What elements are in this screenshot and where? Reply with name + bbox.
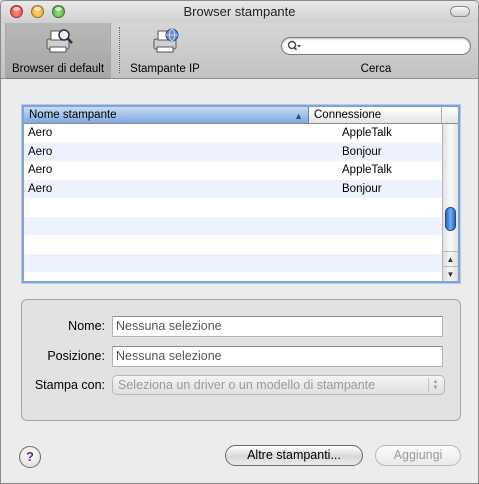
- scroll-down-icon[interactable]: ▼: [443, 266, 458, 281]
- search-field[interactable]: [281, 37, 471, 55]
- list-header: Nome stampante ▲ Connessione: [24, 107, 458, 124]
- search-icon: [287, 40, 301, 51]
- help-button[interactable]: ?: [19, 446, 41, 468]
- toolbar-separator: [119, 27, 120, 73]
- printer-connection: AppleTalk: [342, 164, 392, 176]
- column-label-connection: Connessione: [314, 109, 382, 121]
- empty-row: [24, 235, 442, 254]
- printer-connection: AppleTalk: [342, 127, 392, 139]
- printer-details-box: Nome: Nessuna selezione Posizione: Nessu…: [21, 299, 461, 421]
- printer-name: Aero: [28, 145, 53, 158]
- name-label: Nome:: [68, 319, 105, 333]
- toolbar-toggle-button[interactable]: [450, 6, 470, 17]
- printer-name: Aero: [28, 164, 53, 176]
- print-with-select[interactable]: Seleziona un driver o un modello di stam…: [112, 375, 445, 395]
- vertical-scrollbar[interactable]: ▲ ▼: [442, 124, 458, 281]
- chevron-updown-icon: ▲ ▼: [428, 378, 442, 392]
- printer-name: Aero: [28, 182, 53, 195]
- toolbar: Browser di default Stampante IP Cerca: [1, 23, 478, 79]
- printer-row[interactable]: Aero AppleTalk: [24, 124, 442, 143]
- window-title: Browser stampante: [183, 4, 296, 19]
- search-area: Cerca: [279, 23, 473, 79]
- print-with-label: Stampa con:: [34, 378, 105, 392]
- more-printers-button[interactable]: Altre stampanti...: [225, 445, 363, 466]
- printer-search-icon: [46, 29, 73, 53]
- default-browser-button[interactable]: Browser di default: [5, 23, 111, 79]
- print-with-value: Seleziona un driver o un modello di stam…: [118, 378, 376, 392]
- printer-list[interactable]: Nome stampante ▲ Connessione Aero AppleTa…: [22, 105, 460, 283]
- printer-browser-window: Browser stampante Browser di default Sta…: [0, 0, 479, 484]
- print-with-row: Stampa con: Seleziona un driver o un mod…: [22, 375, 460, 397]
- location-field[interactable]: Nessuna selezione: [112, 346, 443, 367]
- search-label: Cerca: [360, 63, 392, 75]
- empty-row: [24, 216, 442, 235]
- column-label-printer-name: Nome stampante: [29, 109, 117, 121]
- location-row: Posizione: Nessuna selezione: [22, 346, 460, 368]
- network-printer-icon: [153, 28, 179, 53]
- name-field[interactable]: Nessuna selezione: [112, 316, 443, 337]
- sort-ascending-icon: ▲: [294, 111, 303, 121]
- column-header-printer-name[interactable]: Nome stampante ▲: [24, 107, 309, 123]
- printer-connection: Bonjour: [342, 145, 382, 158]
- column-header-connection[interactable]: Connessione: [310, 107, 442, 123]
- ip-printer-button[interactable]: Stampante IP: [123, 23, 207, 79]
- search-input[interactable]: [304, 39, 464, 53]
- scroll-up-icon[interactable]: ▲: [443, 251, 458, 266]
- printer-connection: Bonjour: [342, 182, 382, 195]
- name-row: Nome: Nessuna selezione: [22, 316, 460, 338]
- list-rows: Aero AppleTalk Aero Bonjour Aero AppleTalk …: [24, 124, 442, 272]
- location-label: Posizione:: [47, 349, 105, 363]
- empty-row: [24, 198, 442, 217]
- printer-name: Aero: [28, 127, 53, 139]
- empty-row: [24, 253, 442, 272]
- add-button[interactable]: Aggiungi: [375, 445, 461, 466]
- ip-printer-label: Stampante IP: [130, 63, 200, 75]
- printer-row[interactable]: Aero Bonjour: [24, 142, 442, 161]
- default-browser-label: Browser di default: [11, 63, 105, 75]
- scrollbar-thumb[interactable]: [445, 207, 456, 231]
- printer-row[interactable]: Aero AppleTalk: [24, 161, 442, 180]
- title-bar: Browser stampante: [1, 1, 478, 23]
- printer-row[interactable]: Aero Bonjour: [24, 179, 442, 198]
